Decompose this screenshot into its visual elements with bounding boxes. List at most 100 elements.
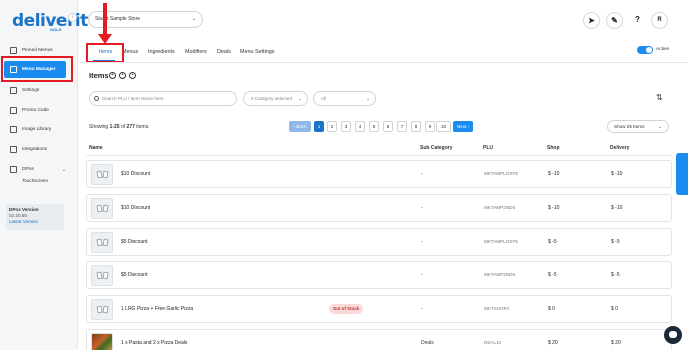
search-icon bbox=[94, 96, 99, 101]
chat-icon[interactable] bbox=[664, 326, 682, 344]
category-filter[interactable]: 0 Category selected ⌄ bbox=[243, 91, 308, 106]
brand-tier: GOLD bbox=[50, 27, 62, 32]
sidebar-item-image-library[interactable]: Image Library bbox=[0, 121, 78, 138]
search-input[interactable]: Search PLU / Item Name here bbox=[89, 91, 237, 106]
item-plu: DEAL10 bbox=[484, 340, 502, 345]
column-header-shop[interactable]: Shop bbox=[547, 145, 560, 151]
item-sub-category: - bbox=[421, 272, 423, 278]
item-image bbox=[91, 333, 113, 350]
user-avatar[interactable]: R bbox=[651, 12, 668, 29]
active-toggle[interactable] bbox=[637, 46, 653, 54]
latest-version-link[interactable]: Latest Version bbox=[9, 219, 61, 225]
type-filter[interactable]: All ⌄ bbox=[313, 91, 376, 106]
pagination-page[interactable]: 8 bbox=[411, 121, 421, 132]
table-row[interactable]: 1 LRG Pizza + Free Garlic Pizza Out of S… bbox=[86, 295, 672, 323]
feedback-label: Feedback bbox=[672, 161, 678, 184]
item-shop-price: $ 20 bbox=[548, 340, 558, 346]
pagination-page[interactable]: 1 bbox=[314, 121, 324, 132]
sidebar-item-integrations[interactable]: Integrations bbox=[0, 141, 78, 158]
feather-icon[interactable]: ✎ bbox=[606, 12, 623, 29]
chevron-down-icon: ⌄ bbox=[658, 124, 662, 129]
item-shop-price: $ -10 bbox=[548, 171, 560, 177]
pagination-page[interactable]: 4 bbox=[355, 121, 365, 132]
tabs-divider bbox=[80, 62, 688, 63]
page-size-select[interactable]: Show 25 Items ⌄ bbox=[607, 120, 669, 133]
chevron-down-icon: ⌄ bbox=[366, 96, 370, 101]
chevron-down-icon: ⌄ bbox=[61, 166, 66, 173]
item-name: 1 x Pasta and 2 x Pizza Deals bbox=[121, 340, 188, 346]
sidebar-item-promo-code[interactable]: Promo Code bbox=[0, 102, 78, 119]
annotation-arrow-shaft bbox=[103, 3, 107, 37]
sidebar-item-settings[interactable]: Settings bbox=[0, 82, 78, 99]
filter-columns-icon[interactable]: ⇅ bbox=[656, 93, 663, 102]
sidebar-item-label: DPos bbox=[22, 167, 34, 172]
showing-total: 277 bbox=[126, 124, 135, 130]
item-sub-category: Deals bbox=[421, 340, 434, 346]
item-plu: MKTAMP2ND6 bbox=[484, 205, 516, 210]
pagination-page[interactable]: 2 bbox=[327, 121, 337, 132]
item-sub-category: - bbox=[421, 239, 423, 245]
sidebar: deliverit GOLD ‹ Pinned Menus Menu Manag… bbox=[0, 0, 88, 350]
column-header-plu[interactable]: PLU bbox=[483, 145, 493, 151]
gear-icon bbox=[10, 87, 17, 94]
table-row[interactable]: 1 x Pasta and 2 x Pizza Deals Deals DEAL… bbox=[86, 329, 672, 350]
table-row[interactable]: $10 Discount - MKTAMPLOST6 $ -10 $ -10 bbox=[86, 160, 672, 188]
table-row[interactable]: $5 Discount - MKTAMPLOST5 $ -5 $ -5 bbox=[86, 228, 672, 256]
version-box: DPos Version 02.20.55 Latest Version bbox=[6, 204, 64, 230]
table-row[interactable]: $5 Discount - MKTAMP2ND5 $ -5 $ -5 bbox=[86, 261, 672, 289]
out-of-stock-badge: Out of Stock bbox=[329, 304, 364, 314]
feedback-tab[interactable]: Feedback bbox=[672, 153, 688, 195]
item-delivery-price: $ -5 bbox=[611, 239, 620, 245]
active-toggle-label: Active bbox=[656, 47, 670, 52]
item-image-placeholder bbox=[91, 164, 113, 185]
sidebar-item-label: Image Library bbox=[22, 127, 52, 132]
tag-icon bbox=[10, 107, 17, 114]
pagination-page[interactable]: 3 bbox=[341, 121, 351, 132]
pagination-page[interactable]: 10 bbox=[436, 121, 451, 132]
settings-icon[interactable]: • bbox=[119, 72, 126, 79]
item-delivery-price: $ -10 bbox=[611, 171, 623, 177]
item-delivery-price: $ 20 bbox=[611, 340, 621, 346]
item-sub-category: - bbox=[421, 205, 423, 211]
page-size-value: Show 25 Items bbox=[614, 124, 645, 129]
sidebar-item-label: Settings bbox=[22, 88, 40, 93]
tab-ingredients[interactable]: Ingredients bbox=[148, 49, 175, 55]
tab-menus[interactable]: Menus bbox=[122, 49, 138, 55]
item-name: $10 Discount bbox=[121, 171, 151, 177]
column-header-delivery[interactable]: Delivery bbox=[610, 145, 629, 151]
chevron-down-icon: ⌄ bbox=[298, 96, 302, 101]
item-image-placeholder bbox=[91, 299, 113, 320]
column-header-name[interactable]: Name bbox=[89, 145, 103, 151]
help-icon[interactable]: ? bbox=[629, 12, 646, 29]
tab-modifiers[interactable]: Modifiers bbox=[185, 49, 207, 55]
search-placeholder: Search PLU / Item Name here bbox=[102, 96, 164, 101]
column-header-sub-category[interactable]: Sub Category bbox=[420, 145, 453, 151]
sidebar-item-dpos[interactable]: DPos ⌄ bbox=[0, 161, 78, 178]
item-name: $5 Discount bbox=[121, 272, 148, 278]
add-item-icon[interactable]: + bbox=[109, 72, 116, 79]
sidebar-collapse-icon[interactable]: ‹ bbox=[68, 13, 77, 22]
sidebar-subitem-touchscreen[interactable]: Touchscreen bbox=[22, 178, 48, 183]
item-shop-price: $ -5 bbox=[548, 239, 557, 245]
pagination-back-button[interactable]: ‹ Back bbox=[289, 121, 311, 132]
pagination-page[interactable]: 9 bbox=[425, 121, 435, 132]
page-title: Items bbox=[89, 71, 109, 80]
item-sub-category: - bbox=[421, 171, 423, 177]
print-icon[interactable]: ▪ bbox=[129, 72, 136, 79]
rocket-icon[interactable]: ➤ bbox=[583, 12, 600, 29]
pagination-page[interactable]: 5 bbox=[369, 121, 379, 132]
pin-icon bbox=[10, 47, 17, 54]
tab-deals[interactable]: Deals bbox=[217, 49, 231, 55]
item-delivery-price: $ -5 bbox=[611, 272, 620, 278]
pagination-page[interactable]: 6 bbox=[383, 121, 393, 132]
table-row[interactable]: $10 Discount - MKTAMP2ND6 $ -10 $ -10 bbox=[86, 194, 672, 222]
pagination-next-button[interactable]: Next › bbox=[453, 121, 473, 132]
item-shop-price: $ -10 bbox=[548, 205, 560, 211]
tab-menu-settings[interactable]: Menu Settings bbox=[240, 49, 274, 55]
category-filter-value: 0 Category selected bbox=[251, 96, 292, 101]
item-image-placeholder bbox=[91, 232, 113, 253]
pagination-page[interactable]: 7 bbox=[397, 121, 407, 132]
highlight-box bbox=[86, 43, 124, 63]
showing-prefix: Showing bbox=[89, 124, 110, 130]
sidebar-item-label: Integrations bbox=[22, 147, 48, 152]
